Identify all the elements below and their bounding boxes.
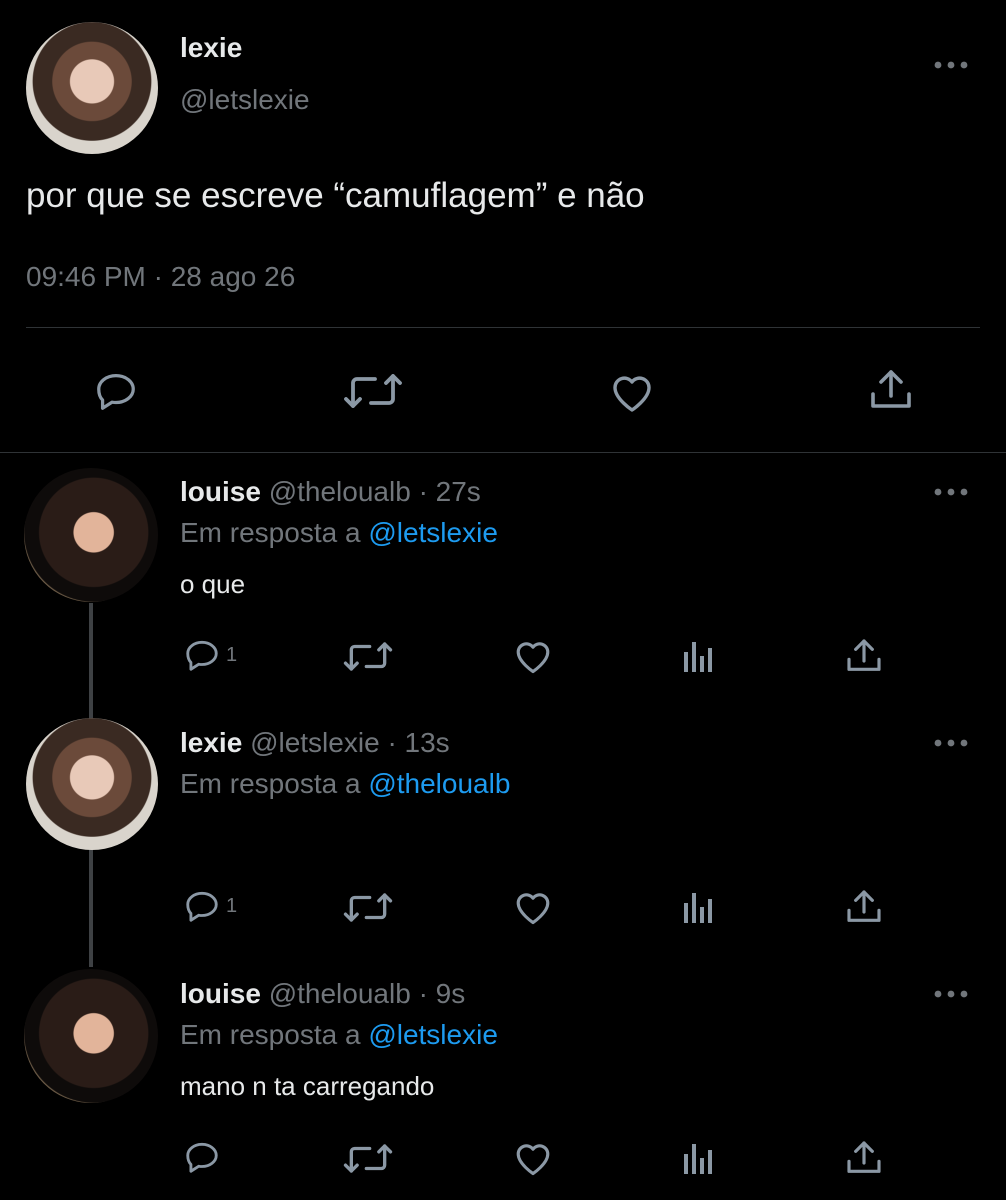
share-icon[interactable] [844,1138,884,1178]
reply-to-line: Em resposta a @letslexie [180,1019,498,1051]
reply-text: o que [180,569,246,599]
reply-time: · 13s [387,727,450,758]
divider [0,452,1006,453]
retweet-icon[interactable] [343,639,393,674]
reply-to-handle[interactable]: @letslexie [368,517,498,548]
reply-time: · 9s [418,978,466,1009]
reply-header: lexie @letslexie · 13s [180,727,450,759]
reply-time: · 27s [418,476,481,507]
avatar[interactable] [26,22,158,154]
reply-count: 1 [226,894,238,917]
more-icon[interactable] [931,733,971,753]
reply-count: 1 [226,643,238,666]
tweet-timestamp: 09:46 PM · 28 ago 26 [26,261,296,292]
reply-to-handle[interactable]: @letslexie [368,1019,498,1050]
reply-icon[interactable]: 1 [182,636,237,674]
like-icon[interactable] [512,1137,554,1177]
retweet-icon[interactable] [343,370,403,412]
like-icon[interactable] [512,886,554,926]
retweet-icon[interactable] [343,890,393,925]
share-icon[interactable] [844,887,884,927]
reply-prefix: Em resposta a [180,768,361,799]
reply-icon[interactable]: 1 [182,887,237,925]
display-name[interactable]: louise [180,476,261,507]
more-icon[interactable] [931,482,971,502]
display-name[interactable]: lexie [180,32,242,64]
views-icon[interactable] [682,891,716,923]
reply-prefix: Em resposta a [180,1019,361,1050]
reply-to-handle[interactable]: @theloualb [368,768,510,799]
reply-header: louise @theloualb · 27s [180,476,481,508]
retweet-icon[interactable] [343,1141,393,1176]
more-icon[interactable] [931,55,971,75]
views-icon[interactable] [682,1142,716,1174]
tweet-text: por que se escreve “camuflagem” e não [26,176,645,215]
handle[interactable]: @theloualb [269,476,411,507]
reply-text: mano n ta carregando [180,1071,435,1101]
reply-to-line: Em resposta a @letslexie [180,517,498,549]
reply-header: louise @theloualb · 9s [180,978,465,1010]
avatar[interactable] [24,969,158,1103]
divider [26,327,980,328]
handle[interactable]: @letslexie [180,84,310,116]
reply-icon[interactable] [182,1138,226,1176]
share-icon[interactable] [844,636,884,676]
handle[interactable]: @theloualb [269,978,411,1009]
share-icon[interactable] [867,366,915,414]
display-name[interactable]: louise [180,978,261,1009]
reply-icon[interactable] [92,368,140,414]
avatar[interactable] [24,468,158,602]
handle[interactable]: @letslexie [250,727,380,758]
like-icon[interactable] [512,635,554,675]
views-icon[interactable] [682,640,716,672]
reply-to-line: Em resposta a @theloualb [180,768,510,800]
like-icon[interactable] [608,368,656,414]
reply-prefix: Em resposta a [180,517,361,548]
display-name[interactable]: lexie [180,727,242,758]
avatar[interactable] [26,718,158,850]
more-icon[interactable] [931,984,971,1004]
